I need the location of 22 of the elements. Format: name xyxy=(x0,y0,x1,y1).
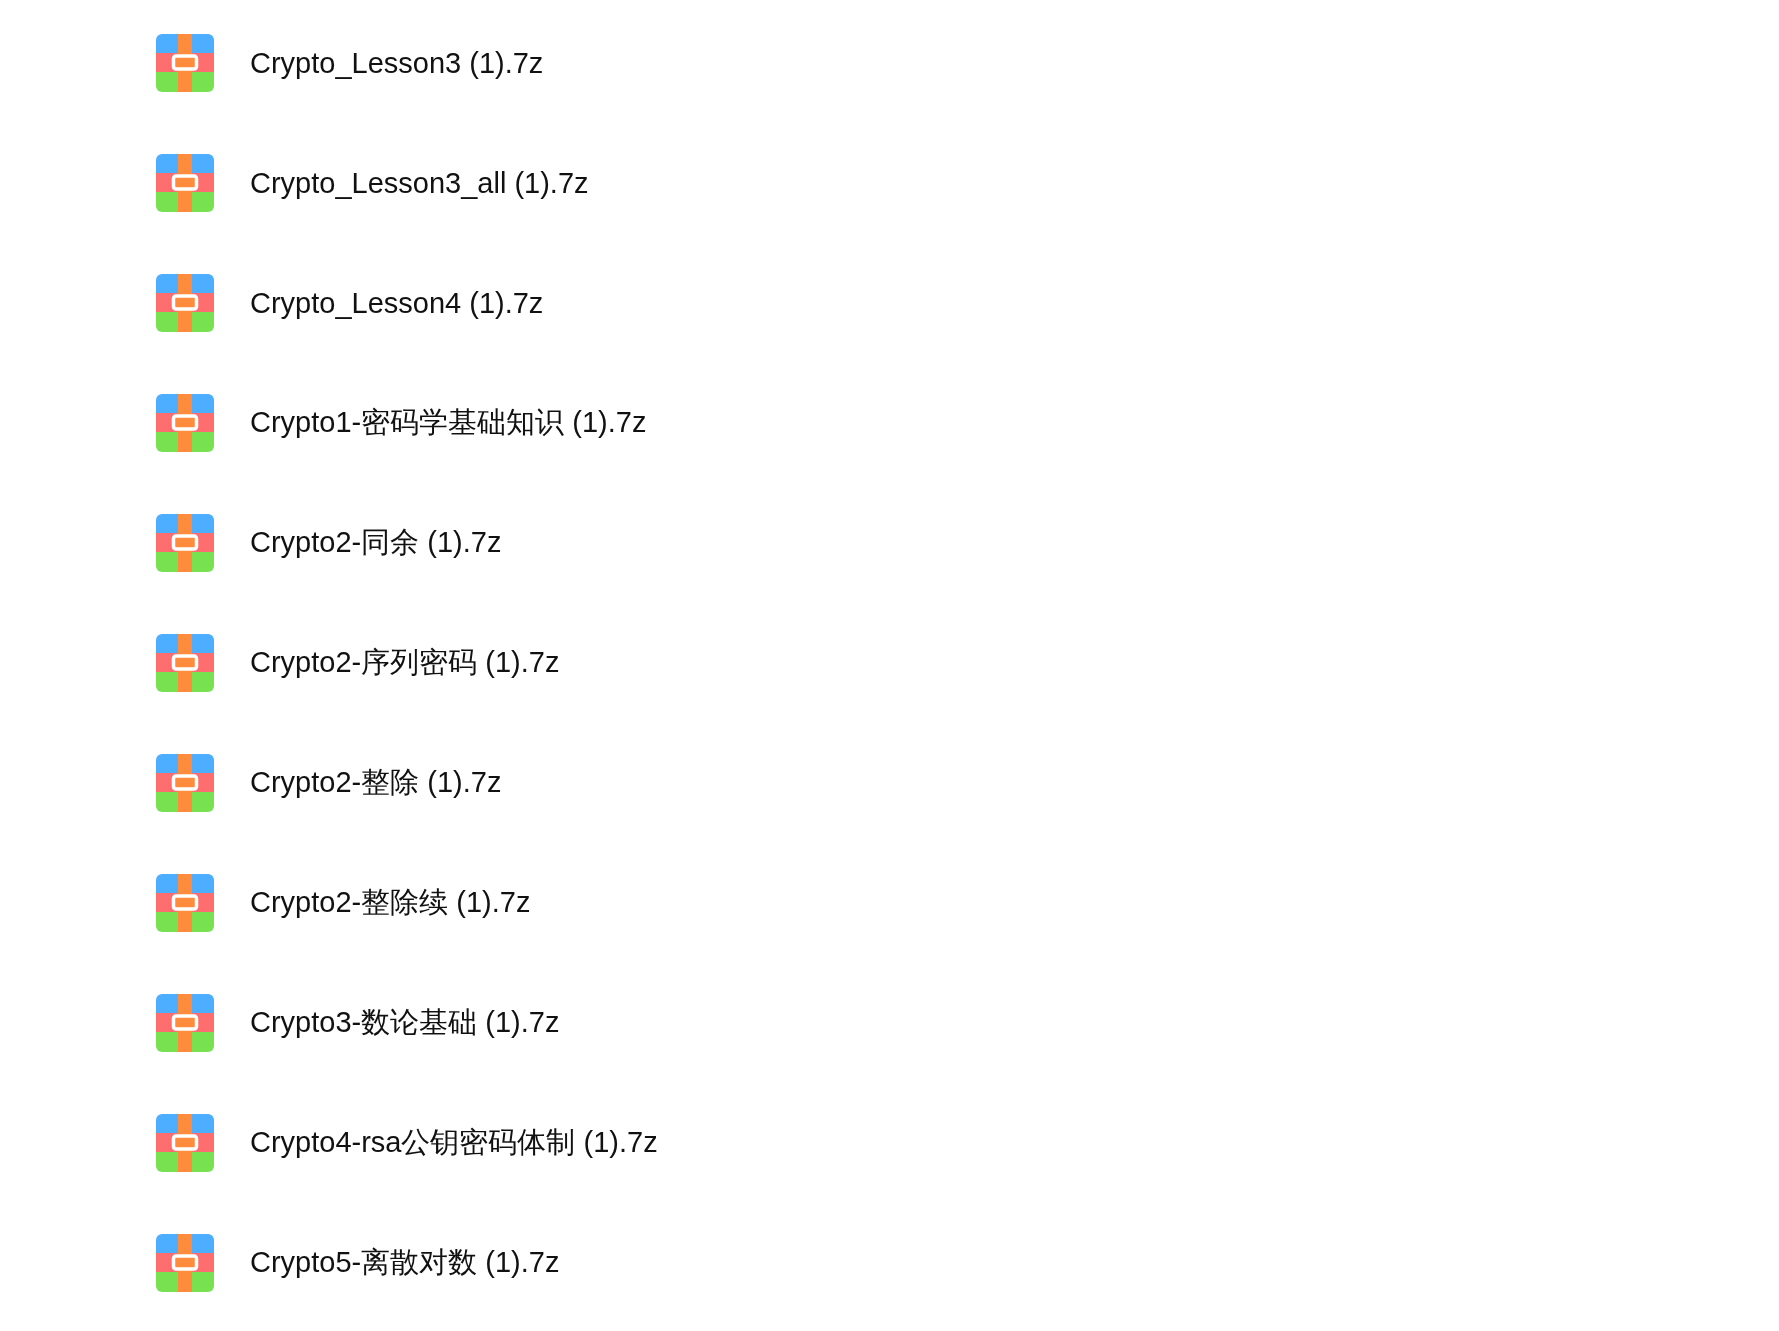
archive-icon xyxy=(156,514,214,572)
file-name[interactable]: Crypto2-序列密码 (1).7z xyxy=(250,643,560,683)
archive-icon xyxy=(156,1114,214,1172)
file-name[interactable]: Crypto5-离散对数 (1).7z xyxy=(250,1243,560,1283)
file-name[interactable]: Crypto4-rsa公钥密码体制 (1).7z xyxy=(250,1123,658,1163)
file-name[interactable]: Crypto2-整除续 (1).7z xyxy=(250,883,531,923)
file-name[interactable]: Crypto_Lesson3_all (1).7z xyxy=(250,166,589,200)
file-name[interactable]: Crypto2-整除 (1).7z xyxy=(250,763,502,803)
archive-icon xyxy=(156,394,214,452)
archive-icon xyxy=(156,634,214,692)
archive-icon xyxy=(156,274,214,332)
archive-icon xyxy=(156,754,214,812)
file-name[interactable]: Crypto3-数论基础 (1).7z xyxy=(250,1003,560,1043)
file-name[interactable]: Crypto2-同余 (1).7z xyxy=(250,523,502,563)
file-name[interactable]: Crypto_Lesson3 (1).7z xyxy=(250,46,544,80)
file-name[interactable]: Crypto_Lesson4 (1).7z xyxy=(250,286,544,320)
archive-icon xyxy=(156,874,214,932)
archive-icon xyxy=(156,1234,214,1292)
file-name[interactable]: Crypto1-密码学基础知识 (1).7z xyxy=(250,403,647,443)
archive-icon xyxy=(156,34,214,92)
archive-icon xyxy=(156,154,214,212)
archive-icon xyxy=(156,994,214,1052)
